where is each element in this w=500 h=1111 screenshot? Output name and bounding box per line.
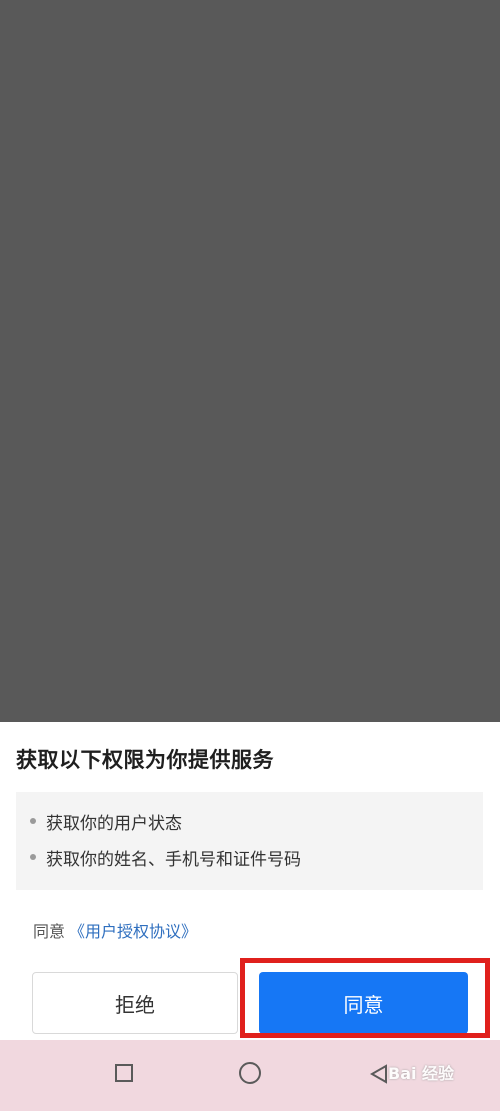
agree-button[interactable]: 同意: [259, 972, 468, 1034]
agreement-line: 同意 《用户授权协议》: [33, 918, 197, 942]
permission-text: 获取你的姓名、手机号和证件号码: [46, 849, 301, 870]
reject-button[interactable]: 拒绝: [32, 972, 238, 1034]
permission-item: 获取你的用户状态: [30, 810, 182, 834]
permission-text: 获取你的用户状态: [46, 813, 182, 834]
recent-apps-icon[interactable]: [115, 1064, 133, 1082]
agreement-link[interactable]: 《用户授权协议》: [69, 922, 197, 941]
home-icon[interactable]: [239, 1062, 261, 1084]
back-icon[interactable]: [370, 1064, 388, 1084]
bullet-icon: [30, 818, 36, 824]
permission-sheet: 获取以下权限为你提供服务 获取你的用户状态 获取你的姓名、手机号和证件号码 同意…: [0, 722, 500, 1040]
watermark: Bai 经验: [388, 1064, 455, 1083]
permission-item: 获取你的姓名、手机号和证件号码: [30, 846, 301, 870]
dim-overlay[interactable]: [0, 0, 500, 722]
sheet-title: 获取以下权限为你提供服务: [16, 748, 274, 772]
bullet-icon: [30, 854, 36, 860]
agreement-prefix: 同意: [33, 922, 66, 941]
permission-list: 获取你的用户状态 获取你的姓名、手机号和证件号码: [16, 792, 483, 890]
